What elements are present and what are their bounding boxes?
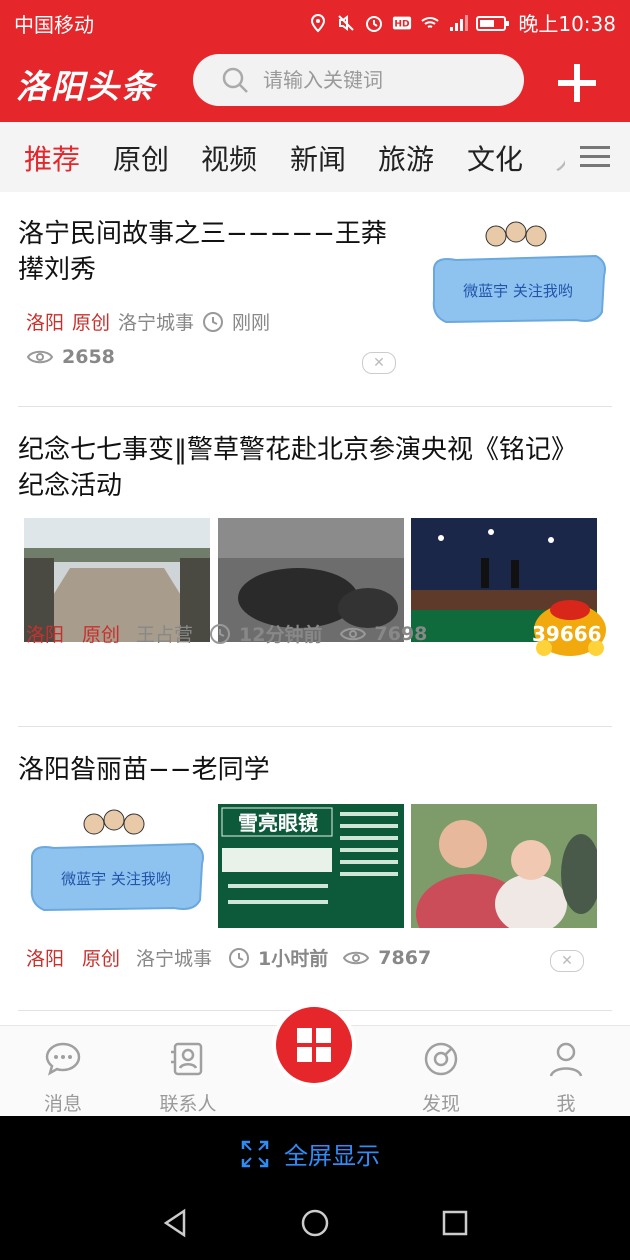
clock-icon [210,623,231,644]
home-icon[interactable] [300,1208,330,1238]
article-meta: 洛阳 原创 洛宁城事 刚刚 [26,308,270,335]
location-icon [311,13,326,32]
nav-label: 我 [556,1093,576,1115]
dismiss-button[interactable]: ✕ [362,352,396,374]
nav-contacts[interactable]: 联系人 [143,1040,233,1116]
center-action-button[interactable] [276,1007,352,1083]
article-title[interactable]: 纪念七七事变‖警草警花赴北京参演央视《铭记》纪念活动 [18,432,598,504]
nav-label: 发现 [421,1093,460,1115]
article-image-photo[interactable] [411,804,597,928]
alarm-icon [366,15,383,32]
fullscreen-button[interactable]: 全屏显示 [240,1136,380,1171]
wifi-icon [421,16,440,28]
article-card[interactable]: 洛阳昝丽苗−−老同学 微蓝宇 关注我哟 雪亮眼镜 洛阳 原创 洛宁城事 1小时前… [18,752,612,1012]
battery-icon [476,15,510,31]
article-source: 洛阳 [26,948,65,970]
svg-text:HD: HD [395,19,411,29]
article-thumbnail[interactable]: 微蓝宇 关注我哟 [426,216,612,340]
article-thumbnail[interactable]: 微蓝宇 关注我哟 [24,804,210,928]
status-icons: HD 晚上10:38 [308,8,616,37]
carrier-label: 中国移动 [14,13,94,37]
nav-label: 联系人 [159,1093,217,1115]
article-card[interactable]: 纪念七七事变‖警草警花赴北京参演央视《铭记》纪念活动 洛阳 原创 王占营 12分… [18,432,612,722]
tab-recommend[interactable]: 推荐 [24,138,80,178]
app-header: 洛阳头条 [0,42,630,122]
divider [18,726,612,727]
search-box[interactable] [193,54,524,106]
tab-culture[interactable]: 文化 [467,138,523,178]
article-meta: 洛阳 原创 王占营 12分钟前 7698 [26,620,427,647]
search-input[interactable] [261,67,505,93]
app-logo: 洛阳头条 [16,67,156,106]
article-time: 12分钟前 [239,624,323,646]
contacts-icon [171,1042,203,1076]
article-title[interactable]: 洛阳昝丽苗−−老同学 [18,752,598,788]
grid-icon [297,1028,331,1062]
eye-icon [339,627,366,640]
tab-original[interactable]: 原创 [113,138,169,178]
fullscreen-label: 全屏显示 [284,1142,380,1170]
coin-count: 39666 [532,622,602,646]
search-icon [222,67,248,93]
tab-video[interactable]: 视频 [201,138,257,178]
coin-reward-badge[interactable]: 39666 [528,590,612,662]
article-views: 2658 [62,346,115,368]
article-title[interactable]: 洛宁民间故事之三−−−−−王莽撵刘秀 [18,216,398,288]
thumb-text: 微蓝宇 关注我哟 [463,282,573,300]
article-image-ad[interactable]: 雪亮眼镜 [218,804,404,928]
eye-icon [343,951,370,964]
menu-icon[interactable] [578,140,612,174]
article-category: 洛宁城事 [136,948,213,970]
article-card[interactable]: 洛宁民间故事之三−−−−−王莽撵刘秀 洛阳 原创 洛宁城事 刚刚 2658 ✕ … [18,216,612,406]
user-icon [549,1042,583,1077]
article-views: 7867 [378,946,432,969]
category-tabs: 推荐 原创 视频 新闻 旅游 文化 人 [0,122,630,192]
fullscreen-bar: 全屏显示 [0,1116,630,1260]
article-time: 1小时前 [258,948,329,970]
clock-icon [203,311,224,332]
tab-partial[interactable]: 人 [555,138,565,178]
dismiss-button[interactable]: ✕ [550,950,584,972]
ad-title: 雪亮眼镜 [238,811,318,835]
divider [18,406,612,407]
nav-discover[interactable]: 发现 [396,1040,486,1116]
eye-icon [26,350,54,364]
article-source: 洛阳 [26,624,65,646]
article-stats: 2658 [26,346,115,368]
thumb-text: 微蓝宇 关注我哟 [61,870,171,888]
article-tag: 原创 [82,948,121,970]
article-tag: 原创 [72,312,111,334]
nav-me[interactable]: 我 [521,1040,611,1116]
recents-icon[interactable] [440,1208,470,1238]
article-views: 7698 [374,622,428,645]
tab-news[interactable]: 新闻 [290,138,346,178]
signal-icon [450,14,469,31]
hd-icon: HD [393,16,412,29]
back-icon[interactable] [160,1208,190,1238]
clock-label: 晚上10:38 [518,12,616,36]
article-tag: 原创 [82,624,121,646]
mute-icon [338,14,355,31]
article-source: 洛阳 [26,312,65,334]
nav-messages[interactable]: 消息 [18,1040,108,1116]
article-time: 刚刚 [232,312,271,334]
tab-travel[interactable]: 旅游 [378,138,434,178]
discover-icon [424,1042,458,1076]
chat-icon [45,1042,81,1076]
plus-icon[interactable] [554,60,600,106]
expand-icon [241,1140,269,1167]
article-category: 洛宁城事 [118,312,195,334]
article-meta: 洛阳 原创 洛宁城事 1小时前 7867 [26,944,431,971]
status-bar: 中国移动 HD 晚上10:38 [0,0,630,42]
article-category: 王占营 [136,624,194,646]
clock-icon [229,947,250,968]
nav-label: 消息 [43,1093,82,1115]
